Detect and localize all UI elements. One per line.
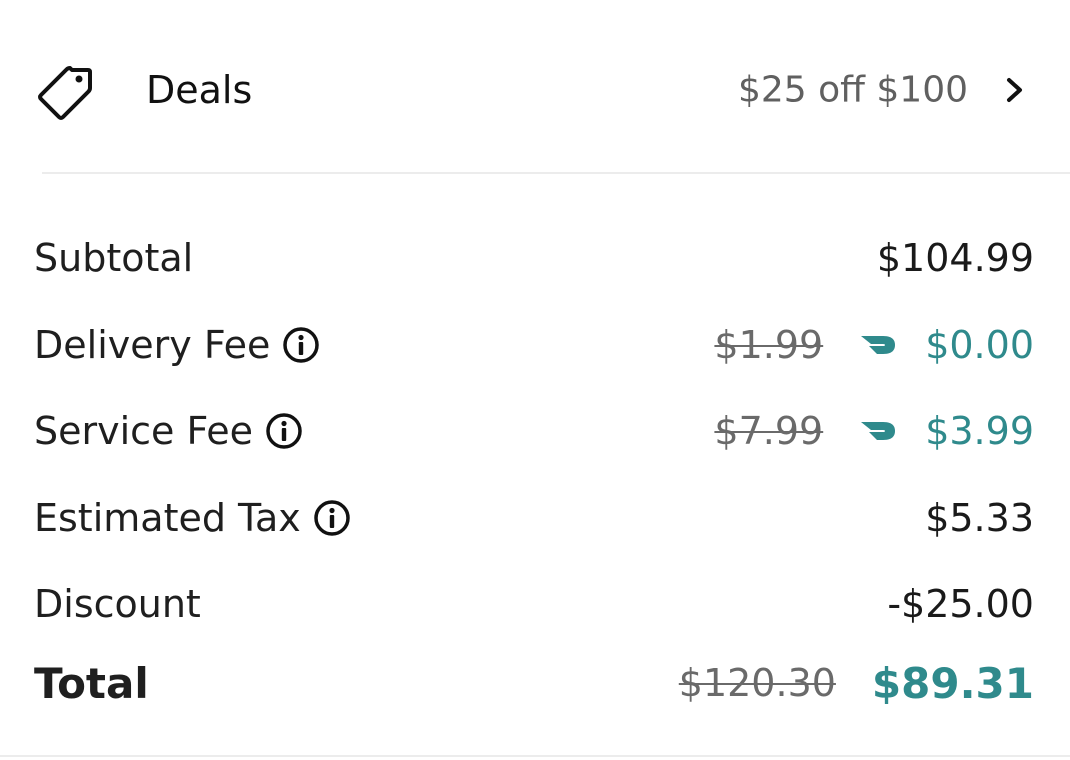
deals-label: Deals xyxy=(146,68,253,112)
total-original: $120.30 xyxy=(678,661,836,705)
tag-icon xyxy=(38,66,92,120)
dashpass-icon xyxy=(861,422,896,440)
discount-label: Discount xyxy=(34,582,201,626)
total-amount: $89.31 xyxy=(871,658,1034,708)
discount-amount: -$25.00 xyxy=(887,582,1034,626)
total-row: Total $120.30 $89.31 xyxy=(34,653,1034,713)
discount-row: Discount -$25.00 xyxy=(34,574,1034,634)
info-icon[interactable] xyxy=(313,499,351,537)
order-summary: Deals $25 off $100 Subtotal $104.99 Deli… xyxy=(0,0,1070,760)
delivery-fee-label: Delivery Fee xyxy=(34,323,271,367)
subtotal-row: Subtotal $104.99 xyxy=(34,228,1034,288)
delivery-fee-row: Delivery Fee $1.99 $0.00 xyxy=(34,315,1034,375)
subtotal-label: Subtotal xyxy=(34,236,194,280)
divider xyxy=(42,172,1070,174)
subtotal-amount: $104.99 xyxy=(876,236,1034,280)
deals-row[interactable]: Deals $25 off $100 xyxy=(0,40,1070,140)
total-label: Total xyxy=(34,658,149,708)
estimated-tax-row: Estimated Tax $5.33 xyxy=(34,488,1034,548)
service-fee-label: Service Fee xyxy=(34,409,254,453)
info-icon[interactable] xyxy=(282,326,320,364)
estimated-tax-label: Estimated Tax xyxy=(34,496,301,540)
estimated-tax-amount: $5.33 xyxy=(925,496,1034,540)
chevron-right-icon xyxy=(1007,78,1022,102)
info-icon[interactable] xyxy=(265,412,303,450)
divider xyxy=(0,755,1070,757)
dashpass-icon xyxy=(861,336,896,354)
service-fee-row: Service Fee $7.99 $3.99 xyxy=(34,401,1034,461)
service-fee-amount: $3.99 xyxy=(925,409,1034,453)
delivery-fee-original: $1.99 xyxy=(714,323,824,367)
delivery-fee-amount: $0.00 xyxy=(925,323,1034,367)
service-fee-original: $7.99 xyxy=(714,409,824,453)
deals-value: $25 off $100 xyxy=(737,69,968,111)
